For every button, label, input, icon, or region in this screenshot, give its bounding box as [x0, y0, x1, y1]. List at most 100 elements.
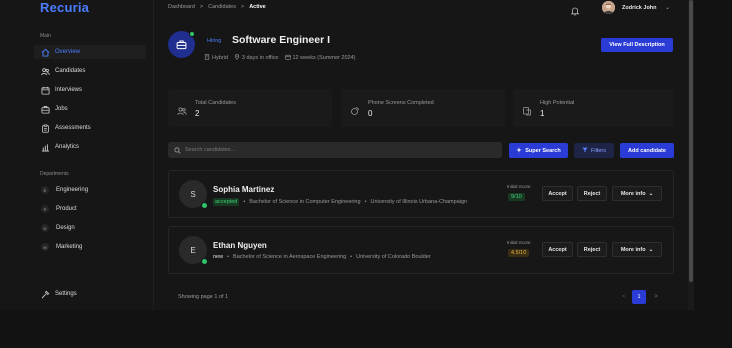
briefcase-icon: [40, 104, 50, 114]
sidebar-item-label: Candidates: [55, 68, 86, 74]
score-label: Initial Score: [507, 184, 531, 189]
filter-icon: [582, 147, 588, 155]
phone-icon: [350, 103, 360, 115]
location-icon: [234, 54, 240, 62]
department-badge: M: [41, 243, 49, 251]
accept-button[interactable]: Accept: [542, 242, 573, 257]
sidebar-item-analytics[interactable]: Analytics: [34, 140, 146, 154]
sidebar-item-label: Assessments: [55, 125, 91, 131]
pagination-prev[interactable]: <: [619, 291, 629, 303]
building-icon: [204, 54, 210, 62]
sidebar-item-label: Settings: [55, 291, 77, 297]
users-icon: [40, 66, 50, 76]
breadcrumb-dashboard[interactable]: Dashboard: [168, 4, 195, 10]
candidate-avatar[interactable]: E: [179, 236, 208, 265]
chevron-down-icon[interactable]: ⌄: [665, 4, 670, 11]
users-icon: [177, 103, 187, 116]
job-meta: Hybrid 3 days in office 12 weeks (Summer…: [204, 54, 355, 62]
sidebar-item-label: Engineering: [56, 187, 89, 193]
candidate-card: S Sophia Martinez accepted • Bachelor of…: [168, 170, 674, 218]
app-window: Recuria Main Overview Candidates Intervi…: [0, 0, 694, 310]
sidebar-item-assessments[interactable]: Assessments: [34, 121, 146, 135]
sidebar-section-departments: Departments: [40, 171, 69, 177]
search-bar[interactable]: [168, 142, 502, 158]
online-indicator: [189, 31, 195, 37]
sidebar-item-engineering[interactable]: E Engineering: [34, 183, 146, 197]
reject-button[interactable]: Reject: [577, 242, 607, 257]
department-badge: E: [41, 186, 49, 194]
breadcrumb-current: Active: [249, 4, 266, 10]
accept-button[interactable]: Accept: [542, 186, 573, 201]
separator-dot: •: [227, 254, 230, 260]
stat-high-potential: High Potential 1: [513, 89, 674, 127]
department-badge: P: [41, 205, 49, 213]
candidate-avatar[interactable]: S: [179, 180, 208, 209]
candidate-card: E Ethan Nguyen new • Bachelor of Science…: [168, 226, 674, 274]
stat-phone-screens: Phone Screens Completed 0: [341, 89, 505, 127]
pagination-status: Showing page 1 of 1: [178, 294, 229, 300]
calendar-icon: [40, 85, 50, 95]
pagination-next[interactable]: >: [651, 291, 661, 303]
status-badge: accepted: [213, 198, 240, 206]
view-full-description-button[interactable]: View Full Description: [601, 38, 673, 52]
bell-icon[interactable]: [570, 3, 580, 16]
department-badge: D: [41, 224, 49, 232]
candidate-school: University of Illinois Urbana-Champaign: [370, 199, 468, 205]
candidate-meta: new • Bachelor of Science in Aerospace E…: [213, 254, 431, 260]
sidebar-item-product[interactable]: P Product: [34, 202, 146, 216]
breadcrumb: Dashboard > Candidates > Active: [168, 4, 266, 10]
candidate-initial: S: [190, 189, 196, 199]
super-search-button[interactable]: Super Search: [509, 143, 568, 158]
candidate-name[interactable]: Ethan Nguyen: [213, 241, 267, 250]
filters-button[interactable]: Filters: [574, 143, 614, 158]
job-meta-mode: Hybrid: [204, 54, 228, 62]
sidebar-item-label: Product: [56, 206, 77, 212]
sidebar-item-label: Analytics: [55, 144, 80, 150]
sidebar-item-label: Jobs: [55, 106, 68, 112]
sidebar-item-settings[interactable]: Settings: [34, 287, 146, 301]
reject-button[interactable]: Reject: [577, 186, 607, 201]
sidebar-item-jobs[interactable]: Jobs: [34, 102, 146, 116]
sidebar-item-label: Marketing: [56, 244, 83, 250]
candidate-degree: Bachelor of Science in Aerospace Enginee…: [233, 254, 347, 260]
separator-dot: •: [243, 199, 246, 205]
avatar[interactable]: [602, 1, 615, 14]
sidebar-item-interviews[interactable]: Interviews: [34, 83, 146, 97]
stat-label: High Potential: [540, 100, 575, 106]
pagination-page[interactable]: 1: [632, 290, 646, 304]
breadcrumb-separator: >: [240, 4, 245, 10]
candidate-initial: E: [190, 245, 196, 255]
more-info-button[interactable]: More info ⌄: [612, 186, 662, 201]
status-badge: new: [213, 254, 224, 260]
bar-chart-icon: [40, 142, 50, 152]
background-strip: [694, 0, 732, 310]
search-input[interactable]: [185, 147, 485, 153]
candidate-degree: Bachelor of Science in Computer Engineer…: [249, 199, 361, 205]
candidate-name[interactable]: Sophia Martinez: [213, 185, 274, 194]
super-search-label: Super Search: [525, 147, 561, 154]
more-info-label: More info: [620, 190, 646, 197]
job-meta-office: 3 days in office: [234, 54, 279, 62]
sidebar-item-overview[interactable]: Overview: [34, 45, 146, 59]
calendar-icon: [284, 54, 291, 62]
app-logo[interactable]: Recuria: [40, 0, 89, 15]
stat-value: 2: [195, 109, 200, 118]
chevron-down-icon: ⌄: [648, 190, 654, 197]
home-icon: [40, 47, 50, 57]
job-title: Software Engineer I: [232, 34, 331, 46]
settings-icon: [40, 289, 50, 299]
sidebar-item-marketing[interactable]: M Marketing: [34, 240, 146, 254]
score-label: Initial Score: [507, 240, 531, 245]
scrollbar-thumb[interactable]: [689, 0, 693, 282]
breadcrumb-candidates[interactable]: Candidates: [208, 4, 236, 10]
job-status-badge: Hiring: [207, 38, 222, 44]
sidebar-item-candidates[interactable]: Candidates: [34, 64, 146, 78]
add-candidate-button[interactable]: Add candidate: [620, 143, 674, 158]
breadcrumb-separator: >: [199, 4, 204, 10]
user-name[interactable]: Zodrick John: [622, 5, 657, 11]
more-info-button[interactable]: More info ⌄: [612, 242, 662, 257]
job-work-mode: Hybrid: [212, 55, 228, 61]
score-badge: 4.5/10: [508, 249, 530, 257]
sidebar-item-design[interactable]: D Design: [34, 221, 146, 235]
sparkle-icon: [516, 146, 522, 155]
